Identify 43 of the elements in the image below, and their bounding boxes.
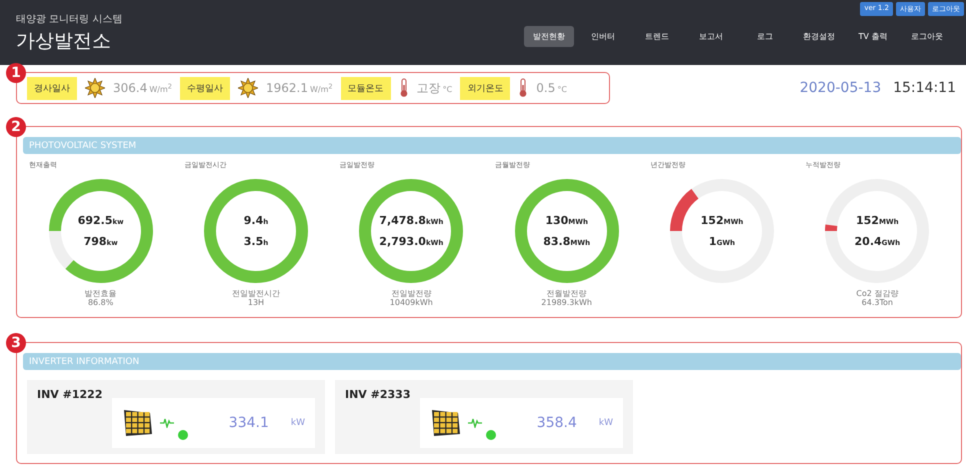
sensor-label: 수평일사 bbox=[180, 76, 230, 100]
section-header: PHOTOVOLTAIC SYSTEM bbox=[23, 137, 961, 154]
inverter-power: 334.1 bbox=[228, 415, 269, 431]
sensor-value: 306.4 W/m$^{2}$ bbox=[113, 81, 172, 95]
nav-tab[interactable]: 트렌드 bbox=[632, 26, 682, 47]
sun-icon bbox=[85, 78, 105, 98]
sensor-label: 경사일사 bbox=[27, 76, 77, 100]
gauge-caption: 전일발전량 10409kWh bbox=[390, 290, 433, 308]
date-text: 2020-05-13 bbox=[800, 80, 882, 96]
nav-tab[interactable]: 로그아웃 bbox=[902, 26, 952, 47]
inverter-power: 358.4 bbox=[536, 415, 577, 431]
nav-tab[interactable]: TV 출력 bbox=[848, 26, 898, 47]
sensor-value: 0.5 °C bbox=[536, 81, 567, 95]
time-text: 15:14:11 bbox=[893, 80, 956, 96]
section-number: 1 bbox=[6, 63, 26, 83]
nav-tab[interactable]: 인버터 bbox=[578, 26, 628, 47]
sun-icon bbox=[238, 78, 258, 98]
nav-tab[interactable]: 환경설정 bbox=[794, 26, 844, 47]
gauge-caption: 발전효율 86.8% bbox=[84, 290, 117, 308]
inverter-name: INV #1222 bbox=[37, 388, 102, 403]
nav-tab[interactable]: 발전현황 bbox=[524, 26, 574, 47]
gauge-caption: Co2 절감량 64.3Ton bbox=[856, 290, 898, 308]
gauge-caption: 전월발전량 21989.3kWh bbox=[541, 290, 592, 308]
inverter-name: INV #2333 bbox=[345, 388, 410, 403]
section-number: 2 bbox=[6, 117, 26, 137]
sensor-value: 1962.1 W/m$^{2}$ bbox=[266, 81, 333, 95]
app-subtitle: 태양광 모니터링 시스템 bbox=[16, 12, 122, 26]
nav-tab[interactable]: 로그 bbox=[740, 26, 790, 47]
thermometer-icon bbox=[398, 78, 409, 98]
app-title: 가상발전소 bbox=[16, 28, 112, 54]
section-number: 3 bbox=[6, 333, 26, 353]
nav-tab[interactable]: 보고서 bbox=[686, 26, 736, 47]
sensor-label: 외기온도 bbox=[460, 76, 510, 100]
thermometer-icon bbox=[518, 78, 528, 98]
pulse-icon bbox=[468, 418, 482, 428]
power-unit: kW bbox=[290, 418, 305, 428]
power-unit: kW bbox=[598, 418, 613, 428]
gauge-track bbox=[48, 230, 74, 269]
sensor-label: 모듈온도 bbox=[340, 76, 391, 100]
gauge-caption: 전일발전시간 13H bbox=[232, 290, 280, 308]
sensor-value: 고장 °C bbox=[416, 80, 452, 96]
pulse-icon bbox=[160, 418, 174, 428]
section-header: INVERTER INFORMATION bbox=[23, 353, 961, 370]
